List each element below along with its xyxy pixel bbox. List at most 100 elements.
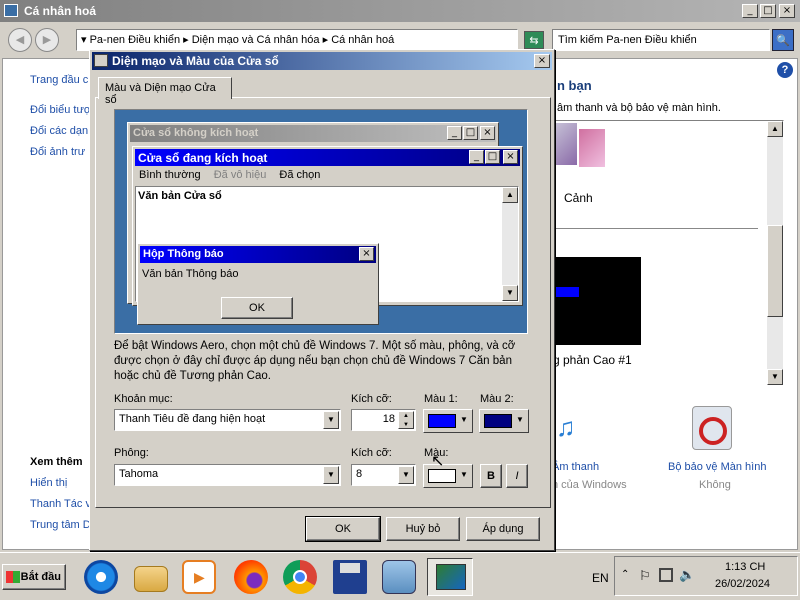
color2-picker[interactable]: ▼	[479, 409, 529, 433]
msg-title: Hộp Thông báo	[143, 248, 224, 260]
ie-icon[interactable]	[84, 560, 118, 594]
apply-button[interactable]: Áp dụng	[466, 517, 540, 541]
help-icon[interactable]: ?	[777, 62, 793, 78]
window-text: Văn bản Cửa sổ	[138, 190, 222, 202]
flag-icon[interactable]: ⚐	[639, 568, 651, 584]
minimize-button[interactable]: _	[742, 4, 758, 18]
color1-swatch	[428, 414, 456, 428]
start-label: Bắt đầu	[20, 571, 61, 583]
dialog-close-button[interactable]: ×	[534, 54, 550, 68]
window-icon	[4, 4, 18, 17]
chevron-down-icon[interactable]: ▼	[323, 411, 339, 429]
preview-pane: Cửa sổ không kích hoạt _ □ × Cửa sổ đang…	[114, 109, 528, 334]
menu-disabled[interactable]: Đã vô hiệu	[214, 169, 267, 181]
inactive-title: Cửa sổ không kích hoạt	[133, 127, 259, 139]
right-heading: n bạn	[557, 78, 592, 93]
see-also-heading: Xem thêm	[30, 456, 83, 468]
color1-picker[interactable]: ▼	[423, 409, 473, 433]
start-button[interactable]: Bắt đầu	[2, 564, 66, 590]
scroll-up-icon: ▲	[502, 187, 518, 203]
bg-title: Cá nhân hoá	[24, 4, 97, 18]
item-label: Khoản mục:	[114, 393, 173, 405]
menu-normal[interactable]: Bình thường	[139, 169, 201, 181]
taskbar-active-window[interactable]	[427, 558, 473, 596]
search-icon[interactable]: 🔍	[772, 29, 794, 51]
font-value: Tahoma	[119, 468, 159, 480]
theme-list[interactable]: Cảnh g phản Cao #1 ▲ ▼	[552, 120, 784, 386]
media-player-icon[interactable]: ▶	[182, 560, 216, 594]
cancel-button[interactable]: Huỷ bỏ	[386, 517, 460, 541]
screensaver-label[interactable]: Bộ bảo vệ Màn hình	[668, 461, 766, 473]
chevron-down-icon[interactable]: ▼	[323, 466, 339, 484]
divider	[553, 228, 758, 229]
save-disk-icon[interactable]	[333, 560, 367, 594]
maximize-icon: □	[463, 126, 478, 140]
sidebar: Trang đầu c Đổi biểu tượ Đổi các dạn Đổi…	[30, 74, 91, 158]
see-also-center[interactable]: Trung tâm D	[30, 519, 91, 531]
minimize-icon: _	[469, 150, 484, 164]
font-select[interactable]: Tahoma ▼	[114, 464, 341, 486]
preview-ok-button: OK	[221, 297, 293, 319]
color1-label: Màu 1:	[424, 393, 458, 405]
size-label: Kích cỡ:	[351, 393, 392, 405]
see-also-taskbar[interactable]: Thanh Tác v	[30, 498, 91, 519]
mouse-cursor-icon: ↖	[431, 453, 445, 470]
maximize-button[interactable]: □	[760, 4, 776, 18]
minimize-icon: _	[447, 126, 462, 140]
item-value: Thanh Tiêu đề đang hiện hoạt	[119, 413, 266, 425]
right-text: âm thanh và bộ bảo vệ màn hình.	[557, 102, 721, 114]
firefox-icon[interactable]	[234, 560, 268, 594]
preview-scrollbar: ▲ ▼	[502, 187, 518, 301]
sidebar-link-home[interactable]: Trang đầu c	[30, 74, 91, 104]
forward-button[interactable]: ▶	[35, 28, 59, 52]
spinner-icon[interactable]: ▲ ▼	[398, 411, 414, 429]
scroll-down-button[interactable]: ▼	[767, 369, 783, 385]
chevron-up-icon[interactable]: ⌃	[621, 569, 629, 580]
tab-color-appearance[interactable]: Màu và Diện mạo Cửa sổ	[98, 77, 232, 106]
italic-button[interactable]: I	[506, 464, 528, 488]
back-button[interactable]: ◀	[8, 28, 32, 52]
folder-icon[interactable]	[134, 566, 168, 592]
maximize-icon: □	[485, 150, 500, 164]
scroll-up-button[interactable]: ▲	[767, 121, 783, 137]
sidebar-link-pointers[interactable]: Đổi các dạn	[30, 125, 91, 146]
font-size-value: 8	[356, 468, 363, 480]
high-contrast-thumbnail[interactable]	[553, 257, 641, 345]
see-also-display[interactable]: Hiển thị	[30, 477, 91, 498]
chevron-down-icon: ▼	[460, 470, 468, 479]
language-indicator[interactable]: EN	[592, 571, 609, 585]
message-box: Hộp Thông báo × Văn bản Thông báo OK	[137, 243, 379, 325]
ok-button[interactable]: OK	[305, 516, 381, 542]
theme-thumbnail[interactable]	[553, 123, 577, 165]
sidebar-link-picture[interactable]: Đổi ảnh trư	[30, 146, 91, 158]
sidebar-link-icons[interactable]: Đổi biểu tượ	[30, 104, 91, 125]
search-input[interactable]: Tìm kiếm Pa-nen Điều khiển	[552, 29, 770, 51]
clock-time[interactable]: 1:13 CH	[725, 561, 765, 573]
control-panel-icon[interactable]	[382, 560, 416, 594]
volume-icon[interactable]: 🔈	[679, 567, 695, 583]
menu-selected[interactable]: Đã chọn	[279, 169, 320, 181]
clock-date[interactable]: 26/02/2024	[715, 578, 770, 590]
bold-button[interactable]: B	[480, 464, 502, 488]
screensaver-icon[interactable]	[692, 406, 732, 450]
windows-logo-icon	[6, 571, 20, 583]
sound-icon[interactable]: ♫	[556, 405, 600, 449]
theme-thumbnail-2[interactable]	[579, 129, 605, 167]
network-icon[interactable]	[659, 568, 673, 582]
close-button[interactable]: ×	[779, 4, 795, 18]
scrollbar[interactable]: ▲ ▼	[767, 121, 783, 385]
breadcrumb: ▾ Pa-nen Điều khiển ▸ Diện mạo và Cá nhâ…	[81, 34, 395, 46]
item-select[interactable]: Thanh Tiêu đề đang hiện hoạt ▼	[114, 409, 341, 431]
inactive-titlebar: Cửa sổ không kích hoạt _ □ ×	[130, 125, 496, 142]
address-bar[interactable]: ▾ Pa-nen Điều khiển ▸ Diện mạo và Cá nhâ…	[76, 29, 518, 51]
refresh-icon[interactable]: ⇆	[524, 31, 544, 49]
close-icon: ×	[503, 150, 518, 164]
font-size-select[interactable]: 8 ▼	[351, 464, 416, 486]
display-icon	[436, 564, 466, 590]
size-stepper[interactable]: 18 ▲ ▼	[351, 409, 416, 431]
chrome-icon[interactable]	[283, 560, 317, 594]
chevron-down-icon[interactable]: ▼	[398, 466, 414, 484]
scroll-thumb[interactable]	[767, 225, 783, 317]
theme2-label: g phản Cao #1	[553, 353, 632, 367]
sound-label[interactable]: Âm thanh	[552, 461, 599, 473]
